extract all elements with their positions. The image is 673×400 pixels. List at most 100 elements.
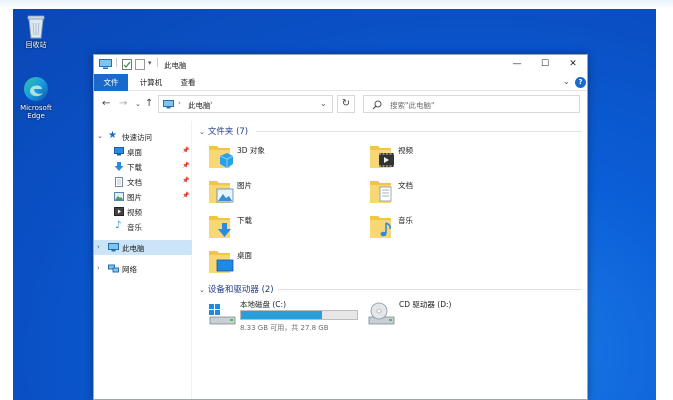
tab-file[interactable]: 文件 [94,74,128,91]
folder-3d-objects[interactable]: 3D 对象 [208,142,358,172]
quick-access-toolbar-dropdown-icon[interactable]: ▾ [148,59,152,67]
drive-usage-bar [240,310,358,320]
sidebar-item-label: 音乐 [127,223,142,232]
drive-d[interactable]: CD 驱动器 (D:) [367,299,527,333]
folder-label: 文档 [398,181,413,190]
network-icon [108,264,119,273]
music-folder-icon [370,216,391,238]
folder-downloads[interactable]: 下载 [208,212,358,242]
content-pane: ⌄ 文件夹 (7) 3D 对象 视频 图片 文档 下载 音乐 桌面 ⌄ 设备和驱… [194,121,586,399]
sidebar-item-videos[interactable]: 视频 [94,204,192,219]
close-button[interactable]: ✕ [559,55,587,74]
group-divider [256,131,582,132]
minimize-button[interactable]: — [503,55,531,74]
pin-icon: 📌 [182,177,190,184]
cd-drive-icon [368,302,395,325]
document-icon [115,177,123,187]
this-pc-small-icon [99,59,112,69]
recent-locations-icon[interactable]: ⌄ [135,97,141,111]
tab-computer[interactable]: 计算机 [134,74,168,91]
up-arrow-icon[interactable]: ↑ [145,97,153,111]
3d-objects-folder-icon [209,146,234,168]
sidebar-item-label: 视频 [127,208,142,217]
sidebar-item-downloads[interactable]: 下载 📌 [94,159,192,174]
video-icon [114,207,124,216]
title-separator: | [156,58,160,68]
folder-music[interactable]: 音乐 [369,212,519,242]
drive-c[interactable]: 本地磁盘 (C:) 8.33 GB 可用，共 27.8 GB [208,299,368,333]
desktop-icon-edge[interactable]: Microsoft Edge [11,76,61,120]
documents-folder-icon [370,181,392,203]
sidebar-item-label: 此电脑 [122,244,145,253]
ribbon-tabs: 文件 计算机 查看 ⌄ ? [94,74,587,91]
devices-group-header[interactable]: ⌄ 设备和驱动器 (2) [199,283,274,295]
folder-label: 音乐 [398,216,413,225]
address-dropdown-icon[interactable]: ⌄ [320,99,327,108]
drive-free-space: 8.33 GB 可用，共 27.8 GB [240,324,329,332]
group-divider [278,289,582,290]
properties-icon[interactable] [122,59,132,70]
chevron-down-icon[interactable]: ⌄ [199,286,205,294]
help-icon[interactable]: ? [575,77,586,88]
folder-label: 下载 [237,216,252,225]
local-disk-icon [209,304,236,325]
maximize-button[interactable]: ☐ [531,55,559,74]
folder-documents[interactable]: 文档 [369,177,519,207]
music-icon: ♪ [115,220,122,231]
sidebar-item-documents[interactable]: 文档 📌 [94,174,192,189]
folder-videos[interactable]: 视频 [369,142,519,172]
desktop: 回收站 Microsoft Edge | ▾ | 此电脑 — ☐ ✕ 文件 计算… [0,0,673,400]
folder-label: 图片 [237,181,252,190]
group-title: 文件夹 (7) [207,127,249,137]
star-icon: ★ [108,130,117,141]
sidebar-item-label: 文档 [127,178,142,187]
expand-ribbon-icon[interactable]: ⌄ [563,77,570,86]
sidebar-item-desktop[interactable]: 桌面 📌 [94,144,192,159]
pictures-folder-icon [209,181,234,203]
explorer-window: | ▾ | 此电脑 — ☐ ✕ 文件 计算机 查看 ⌄ ? ← → ⌄ ↑ › … [93,54,588,400]
desktop-icon-label: Microsoft Edge [20,104,52,120]
desktop-folder-icon [209,251,234,273]
forward-arrow-icon[interactable]: → [119,97,127,111]
chevron-right-icon[interactable]: › [97,243,100,251]
breadcrumb-separator-icon[interactable]: › [210,99,213,107]
sidebar-item-label: 网络 [122,265,137,274]
folder-desktop[interactable]: 桌面 [208,247,358,277]
drive-label: 本地磁盘 (C:) [240,300,286,309]
sidebar-item-network[interactable]: › 网络 [94,261,192,276]
title-bar[interactable]: | ▾ | 此电脑 — ☐ ✕ [94,55,587,74]
this-pc-small-icon [163,100,174,109]
address-location[interactable]: 此电脑 [188,100,211,111]
search-placeholder: 搜索"此电脑" [390,101,435,110]
folder-label: 3D 对象 [237,146,265,155]
chevron-down-icon[interactable]: ⌄ [97,132,103,140]
chevron-right-icon[interactable]: › [97,264,100,272]
refresh-button[interactable]: ↻ [337,95,355,113]
sidebar-item-this-pc[interactable]: › 此电脑 [94,240,192,255]
folder-pictures[interactable]: 图片 [208,177,358,207]
sidebar-item-label: 图片 [127,193,142,202]
title-separator: | [115,58,119,68]
picture-icon [114,192,124,201]
folders-group-header[interactable]: ⌄ 文件夹 (7) [199,125,248,137]
chevron-down-icon[interactable]: ⌄ [199,128,205,136]
pin-icon: 📌 [182,147,190,154]
desktop-icon-recycle-bin[interactable]: 回收站 [11,13,61,49]
search-input[interactable]: 搜索"此电脑" [363,95,580,113]
new-folder-icon[interactable] [135,59,145,70]
breadcrumb-separator-icon: › [178,99,181,107]
sidebar-item-music[interactable]: ♪ 音乐 [94,219,192,234]
desktop-icon-label: 回收站 [25,41,47,49]
sidebar-item-label: 下载 [127,163,142,172]
recycle-bin-icon [27,15,45,39]
sidebar-item-pictures[interactable]: 图片 📌 [94,189,192,204]
sidebar-item-label: 快速访问 [122,133,152,142]
folder-label: 桌面 [237,251,252,260]
pin-icon: 📌 [182,162,190,169]
drive-usage-fill [241,311,323,319]
address-box[interactable]: › 此电脑 › ⌄ [158,95,333,113]
sidebar-item-quick-access[interactable]: ⌄ ★ 快速访问 [94,129,192,144]
back-arrow-icon[interactable]: ← [102,97,110,111]
pin-icon: 📌 [182,192,190,199]
tab-view[interactable]: 查看 [174,74,202,91]
